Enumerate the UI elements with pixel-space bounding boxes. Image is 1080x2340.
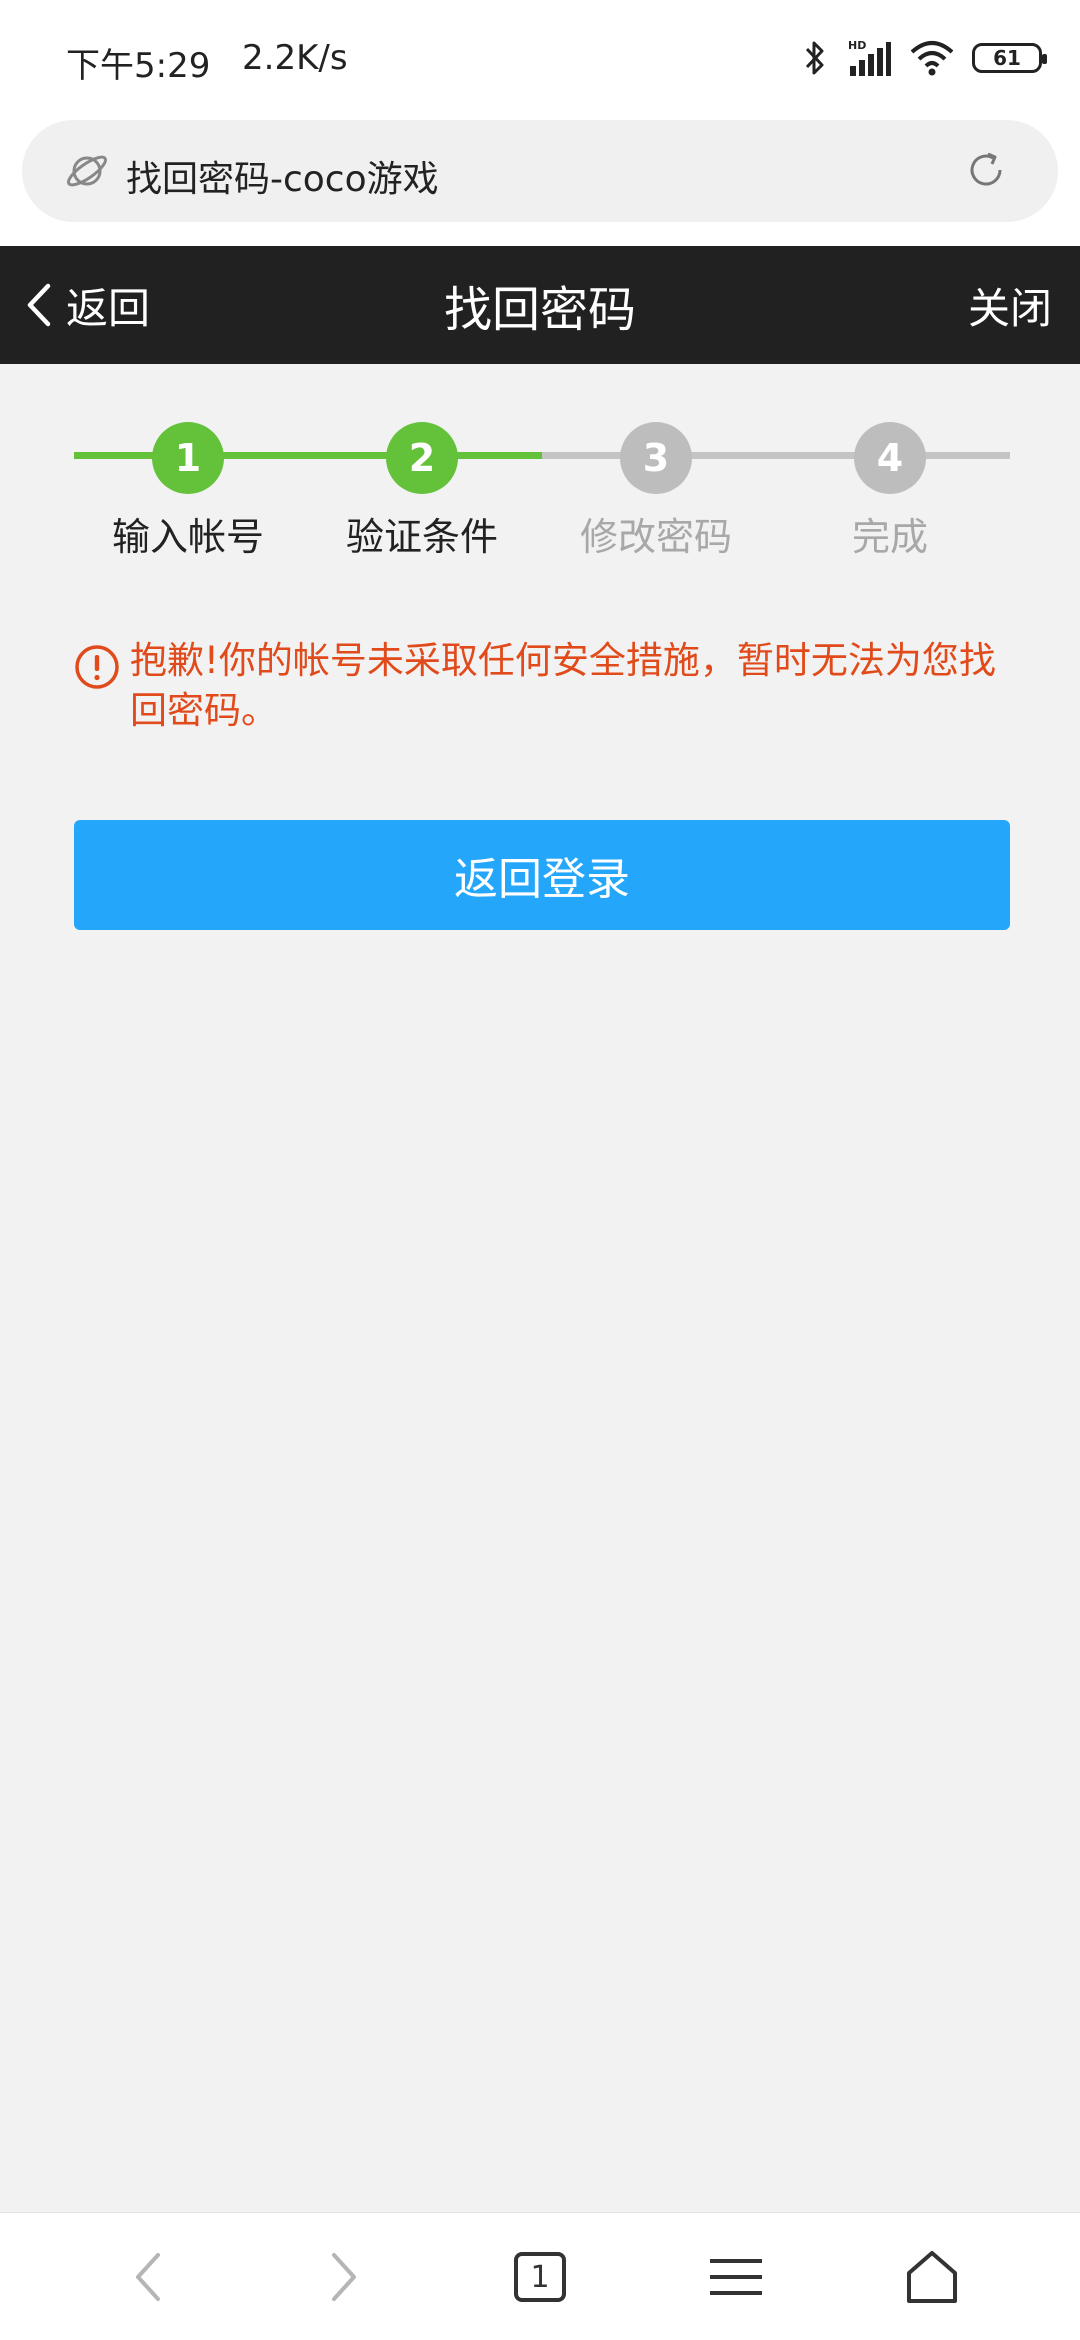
hd-signal-icon: HD: [848, 39, 891, 76]
tabs-button[interactable]: 1: [490, 2227, 590, 2327]
back-arrow-icon: [136, 2253, 160, 2301]
page-title: 找回密码: [443, 282, 636, 338]
address-bar-container: 找回密码-coco游戏: [0, 120, 1080, 246]
reload-icon[interactable]: [962, 146, 1010, 194]
step-label-1: 输入帐号: [111, 515, 264, 559]
step-label-4: 完成: [851, 515, 928, 559]
status-bar: 下午5:29 2.2K/s HD 61: [0, 0, 1080, 120]
page-header: 返回 找回密码 关闭: [0, 246, 1080, 364]
step-circle-2: 2: [386, 422, 458, 494]
step-label-3: 修改密码: [579, 515, 732, 559]
step-line-1: [74, 452, 542, 459]
step-circle-1: 1: [152, 422, 224, 494]
alert-icon: [75, 645, 119, 689]
back-label: 返回: [66, 283, 151, 333]
planet-icon: [67, 155, 107, 187]
step-label-2: 验证条件: [345, 515, 498, 559]
error-text: 抱歉!你的帐号未采取任何安全措施，暂时无法为您找回密码。: [130, 639, 996, 732]
forward-arrow-icon: [332, 2253, 356, 2301]
address-bar[interactable]: 找回密码-coco游戏: [22, 120, 1058, 222]
chevron-left-icon: [27, 283, 51, 327]
home-icon: [907, 2251, 957, 2303]
return-login-button[interactable]: 返回登录: [74, 820, 1010, 930]
battery-level: 61: [993, 46, 1021, 70]
tab-count: 1: [530, 2259, 550, 2295]
step-circle-3: 3: [620, 422, 692, 494]
browser-back-button[interactable]: [98, 2227, 198, 2327]
step-circle-4: 4: [854, 422, 926, 494]
browser-toolbar: 1: [0, 2212, 1080, 2340]
status-time: 下午5:29: [66, 46, 211, 86]
tabs-icon: 1: [514, 2252, 566, 2302]
battery-icon: 61: [972, 43, 1047, 73]
home-button[interactable]: [882, 2227, 982, 2327]
error-message: 抱歉!你的帐号未采取任何安全措施，暂时无法为您找回密码。: [74, 636, 1014, 736]
back-button[interactable]: 返回: [22, 246, 150, 364]
network-speed: 2.2K/s: [242, 38, 348, 78]
browser-forward-button[interactable]: [294, 2227, 394, 2327]
wifi-icon: [910, 41, 954, 76]
bluetooth-icon: [805, 41, 824, 75]
close-button[interactable]: 关闭: [968, 246, 1052, 364]
menu-icon: [710, 2259, 762, 2295]
step-progress: 1 2 3 4 输入帐号 验证条件 修改密码 完成: [0, 364, 1080, 564]
step-line-2: [542, 452, 1010, 459]
status-icons: HD 61: [802, 36, 1047, 80]
menu-button[interactable]: [686, 2227, 786, 2327]
address-title[interactable]: 找回密码-coco游戏: [126, 150, 439, 202]
svg-text:HD: HD: [848, 39, 866, 52]
